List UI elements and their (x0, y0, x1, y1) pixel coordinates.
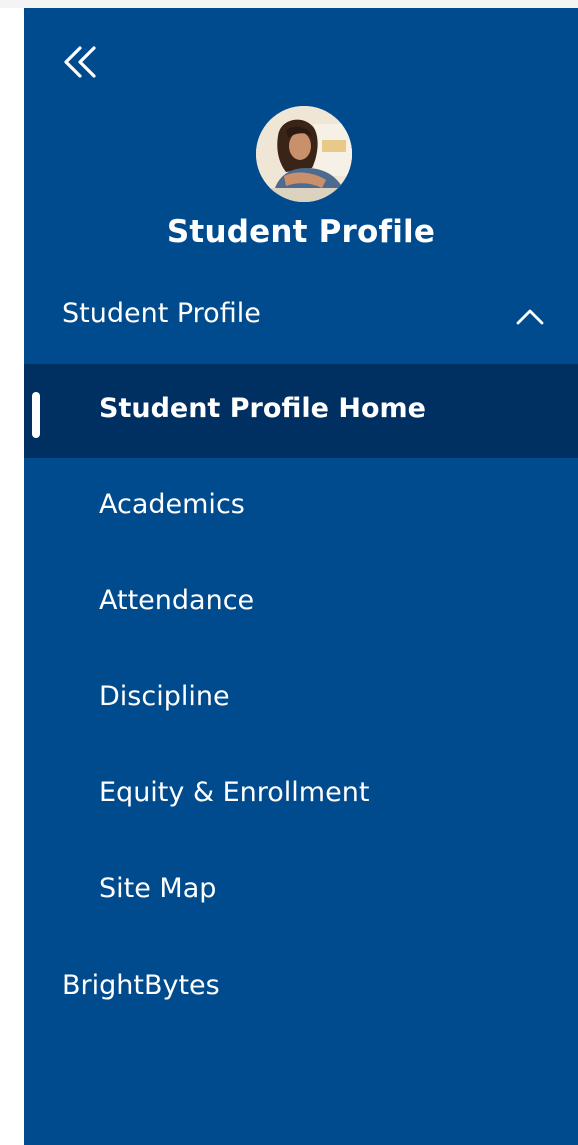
sidebar-item-equity-enrollment[interactable]: Equity & Enrollment (24, 748, 578, 842)
sidebar-item-student-profile-home[interactable]: Student Profile Home (24, 364, 578, 458)
sidebar-item-discipline[interactable]: Discipline (24, 652, 578, 746)
sidebar-item-label: Academics (99, 489, 245, 520)
sidebar-item-brightbytes[interactable]: BrightBytes (24, 948, 578, 1028)
sidebar-item-site-map[interactable]: Site Map (24, 844, 578, 938)
top-strip (0, 0, 578, 8)
sidebar: Student Profile Student Profile Student … (24, 8, 578, 1145)
sidebar-item-label: Discipline (99, 681, 230, 712)
student-avatar-photo (256, 106, 352, 202)
sidebar-item-academics[interactable]: Academics (24, 460, 578, 554)
double-chevron-left-icon (64, 46, 96, 78)
collapse-sidebar-button[interactable] (58, 40, 102, 84)
sidebar-item-label: Attendance (99, 585, 255, 616)
profile-title: Student Profile (166, 214, 436, 250)
sidebar-item-attendance[interactable]: Attendance (24, 556, 578, 650)
sidebar-item-label: BrightBytes (62, 970, 220, 1001)
section-header-student-profile[interactable]: Student Profile (24, 278, 578, 354)
avatar (256, 106, 352, 202)
section-header-label: Student Profile (62, 298, 261, 329)
active-indicator (32, 392, 40, 438)
sidebar-item-label: Student Profile Home (99, 393, 426, 424)
sidebar-item-label: Equity & Enrollment (99, 777, 370, 808)
chevron-up-icon (516, 309, 544, 325)
sidebar-item-label: Site Map (99, 873, 217, 904)
